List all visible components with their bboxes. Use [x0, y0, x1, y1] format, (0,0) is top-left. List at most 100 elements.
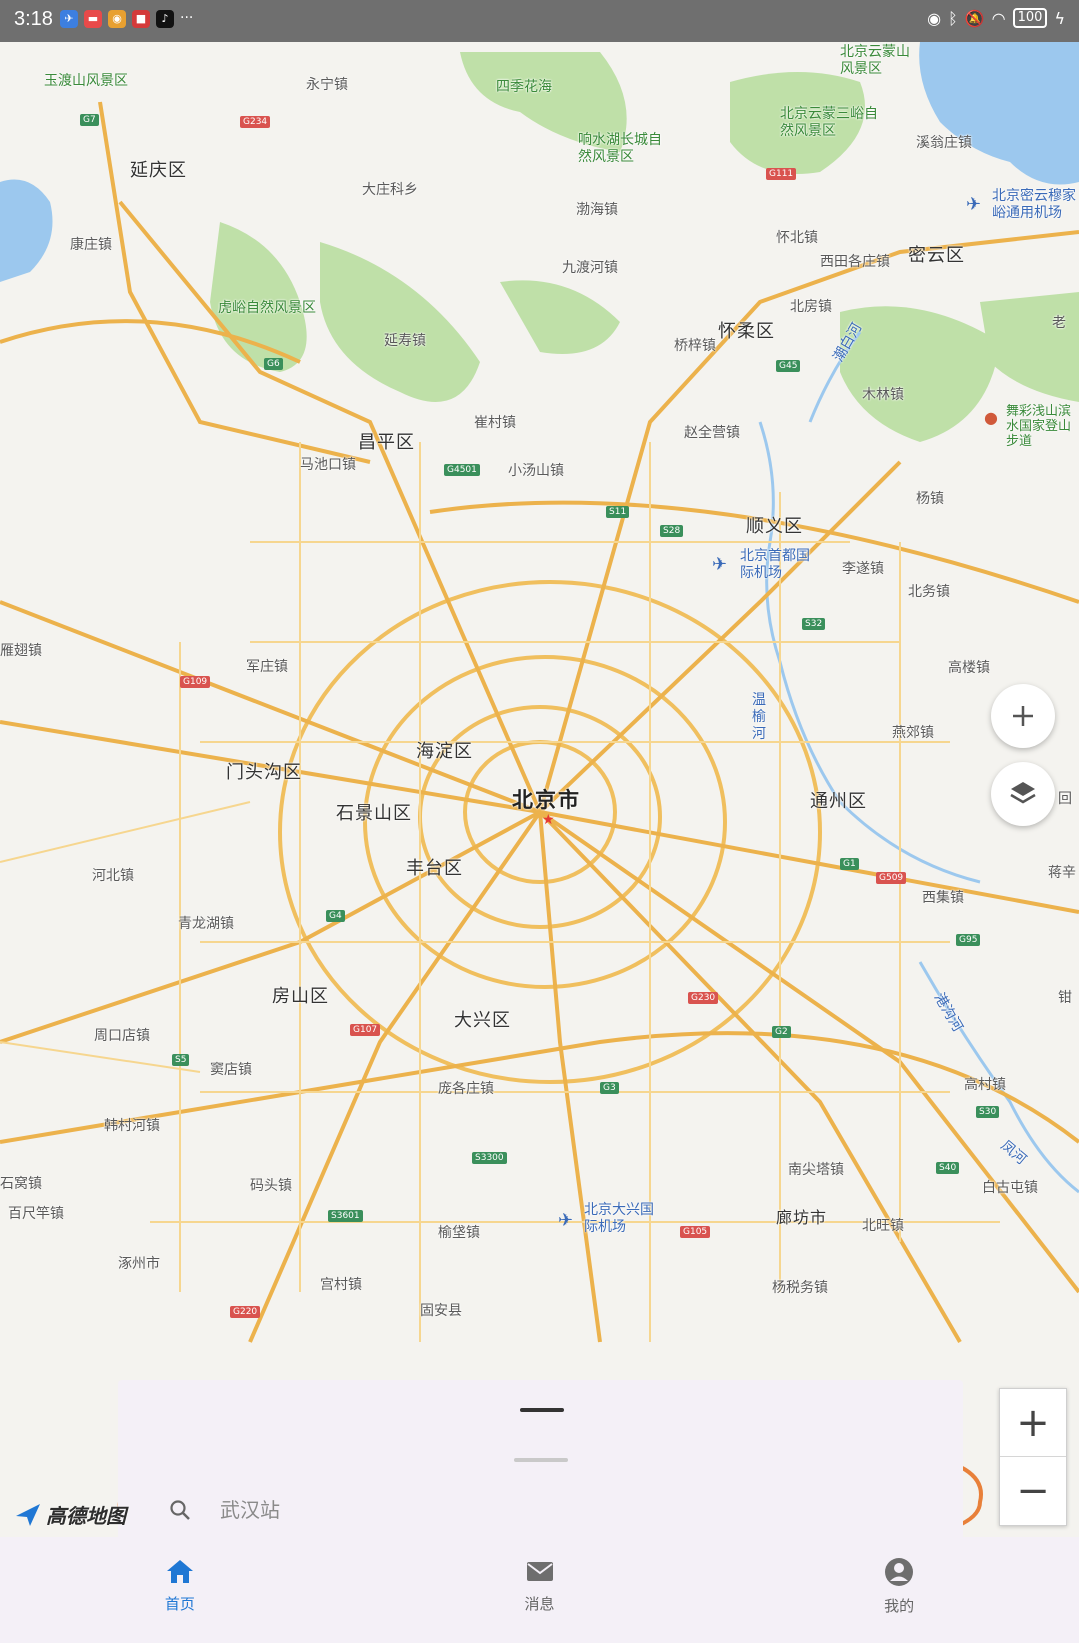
town-label: 回: [1058, 791, 1072, 807]
town-label: 石窝镇: [0, 1176, 42, 1192]
road-shield: S3601: [328, 1210, 363, 1222]
search-icon: [170, 1500, 190, 1520]
nav-messages[interactable]: 消息: [360, 1537, 720, 1643]
town-label: 李遂镇: [842, 561, 884, 577]
system-icons: ◉ ᛒ 🔕 ◠ 100 ϟ: [927, 8, 1065, 28]
app-notification-icon: ▬: [84, 10, 102, 28]
airport-label: 北京首都国际机场: [740, 548, 810, 581]
mail-icon: [526, 1562, 553, 1581]
town-label: 码头镇: [250, 1178, 292, 1194]
road-shield: G7: [80, 114, 99, 126]
town-label: 周口店镇: [94, 1028, 150, 1044]
plus-icon: [1013, 706, 1033, 726]
search-sheet[interactable]: [118, 1380, 963, 1540]
town-label: 河北镇: [92, 868, 134, 884]
town-label: 木林镇: [862, 387, 904, 403]
road-shield: G105: [680, 1226, 711, 1238]
scenic-label: 舞彩浅山滨水国家登山步道: [1006, 404, 1072, 449]
more-icon: ···: [180, 10, 194, 26]
wifi-icon: ◠: [991, 8, 1006, 28]
district-label: 门头沟区: [226, 762, 302, 783]
bluetooth-icon: ᛒ: [948, 8, 958, 28]
zoom-in-button[interactable]: +: [1000, 1389, 1066, 1456]
airport-icon: ✈: [966, 194, 982, 215]
district-label: 丰台区: [406, 858, 463, 879]
town-label: 北务镇: [908, 584, 950, 600]
town-label: 马池口镇: [300, 457, 356, 473]
poi-pin-icon: ●: [984, 408, 998, 427]
town-label: 小汤山镇: [508, 463, 564, 479]
town-label: 永宁镇: [306, 77, 348, 93]
town-label: 榆垡镇: [438, 1225, 480, 1241]
town-label: 百尺竿镇: [8, 1206, 64, 1222]
tiktok-icon: ♪: [156, 10, 174, 28]
app-notification-icon: ■: [132, 10, 150, 28]
town-label: 九渡河镇: [562, 260, 618, 276]
town-label: 廊坊市: [776, 1208, 828, 1227]
town-label: 雁翅镇: [0, 643, 42, 659]
town-label: 庞各庄镇: [438, 1081, 494, 1097]
sheet-secondary-handle[interactable]: [514, 1458, 568, 1462]
river-label: 温榆河: [752, 692, 766, 742]
nav-profile[interactable]: 我的: [719, 1537, 1079, 1643]
town-label: 燕郊镇: [892, 725, 934, 741]
town-label: 窦店镇: [210, 1062, 252, 1078]
nav-home[interactable]: 首页: [0, 1537, 360, 1643]
zoom-out-button[interactable]: −: [1000, 1456, 1066, 1524]
map-view[interactable]: 北京市 ★ 延庆区 昌平区 怀柔区 密云区 顺义区 海淀区 门头沟区 石景山区 …: [0, 42, 1079, 1537]
district-label: 大兴区: [454, 1010, 511, 1031]
add-place-button[interactable]: [991, 684, 1055, 748]
clock: 3:18: [14, 8, 53, 30]
notification-icons: ✈ ▬ ◉ ■ ♪ ···: [60, 10, 193, 28]
search-bar[interactable]: [138, 1488, 938, 1532]
weibo-icon: ◉: [108, 10, 126, 28]
district-label: 怀柔区: [718, 321, 775, 342]
scenic-label: 四季花海: [496, 79, 552, 95]
road-shield: G4: [326, 910, 345, 922]
road-shield: G230: [688, 992, 719, 1004]
road-shield: G3: [600, 1082, 619, 1094]
district-label: 顺义区: [746, 516, 803, 537]
town-label: 青龙湖镇: [178, 916, 234, 932]
district-label: 密云区: [908, 245, 965, 266]
town-label: 韩村河镇: [104, 1118, 160, 1134]
airport-label: 北京大兴国际机场: [584, 1202, 654, 1235]
road-shield: G509: [876, 872, 907, 884]
amap-logo-text: 高德地图: [46, 1504, 126, 1528]
town-label: 赵全营镇: [684, 425, 740, 441]
user-icon: [885, 1558, 914, 1586]
road-shield: G95: [956, 934, 981, 946]
sheet-drag-handle[interactable]: [520, 1408, 564, 1412]
scenic-label: 玉渡山风景区: [44, 73, 128, 89]
zoom-controls: + −: [999, 1388, 1067, 1526]
nav-messages-label: 消息: [524, 1595, 555, 1613]
town-label: 怀北镇: [776, 230, 818, 246]
town-label: 固安县: [420, 1303, 462, 1319]
nav-profile-label: 我的: [884, 1597, 915, 1615]
road-shield: S30: [976, 1106, 1000, 1118]
scenic-label: 北京云蒙山风景区: [840, 44, 910, 77]
battery-icon: 100: [1012, 8, 1048, 28]
district-label: 延庆区: [130, 160, 187, 181]
airport-icon: ✈: [558, 1210, 574, 1231]
town-label: 溪翁庄镇: [916, 135, 972, 151]
town-label: 崔村镇: [474, 415, 516, 431]
search-input[interactable]: [218, 1494, 822, 1526]
road-shield: G1: [840, 858, 859, 870]
scenic-label: 响水湖长城自然风景区: [578, 132, 662, 165]
nav-home-label: 首页: [164, 1595, 195, 1613]
town-label: 康庄镇: [70, 237, 112, 253]
road-shield: G109: [180, 676, 211, 688]
mute-icon: 🔕: [964, 8, 985, 28]
road-shield: G234: [240, 116, 271, 128]
layers-button[interactable]: [991, 762, 1055, 826]
road-shield: S40: [936, 1162, 960, 1174]
road-shield: G2: [772, 1026, 791, 1038]
road-shield: S3300: [472, 1152, 507, 1164]
airport-label: 北京密云穆家峪通用机场: [992, 188, 1076, 221]
town-label: 南尖塔镇: [788, 1162, 844, 1178]
road-shield: S32: [802, 618, 826, 630]
town-label: 桥梓镇: [674, 338, 716, 354]
town-label: 渤海镇: [576, 202, 618, 218]
town-label: 西田各庄镇: [820, 254, 890, 270]
